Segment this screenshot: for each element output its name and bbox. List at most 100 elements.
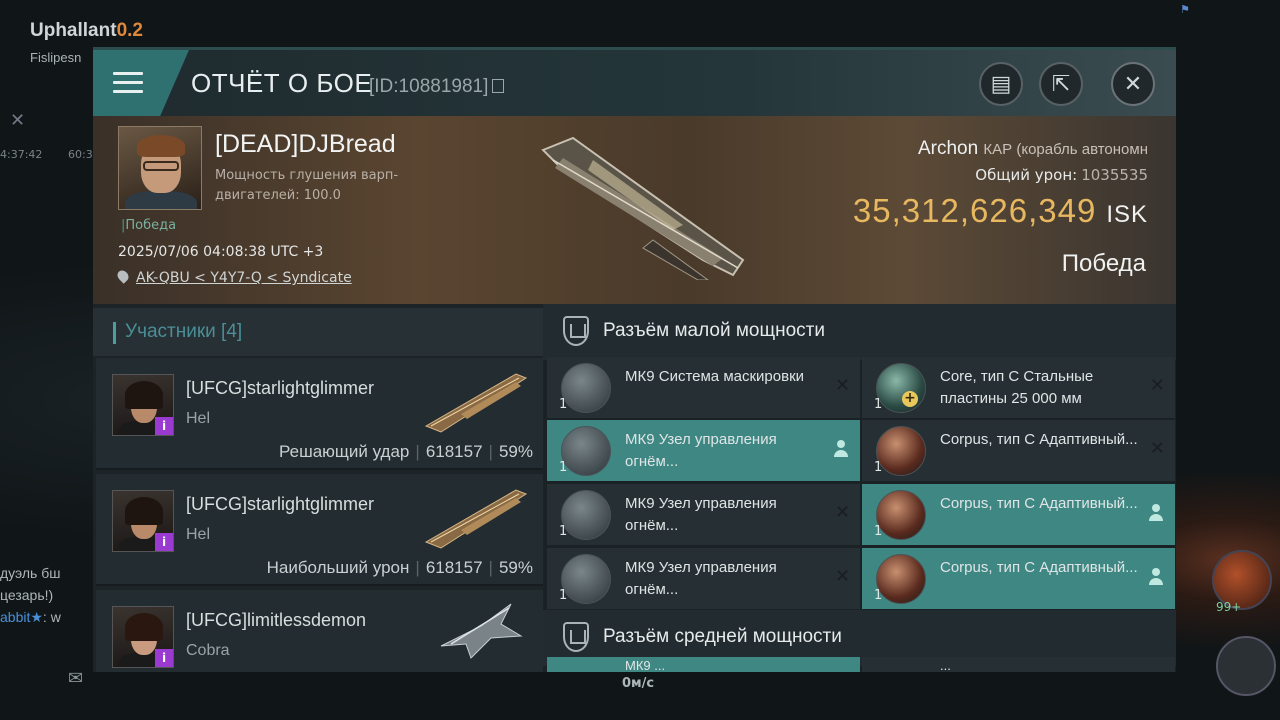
participants-title: Участники [4] (125, 321, 243, 342)
module-qty: 1 (874, 524, 883, 539)
participant-ship-image (424, 373, 528, 433)
share-icon: ⇱ (1051, 71, 1071, 97)
person-icon (834, 440, 848, 458)
module-name: Corpus, тип C Адаптивный... (940, 495, 1138, 512)
victim-ship-image[interactable] (533, 130, 753, 280)
participant-avatar: i (112, 606, 174, 668)
close-icon: ✕ (1123, 71, 1143, 97)
plus-icon: + (902, 391, 918, 407)
module-item[interactable]: 1 МК9 Узел управления огнём... (547, 420, 860, 481)
module-name: Corpus, тип C Адаптивный... (940, 559, 1138, 576)
page-title: ОТЧЁТ О БОЕ (191, 68, 373, 98)
corp-tag-icon: i (155, 417, 173, 435)
fire-control-module-icon (561, 426, 611, 476)
bg-speed: 0м/с (622, 676, 655, 691)
victim-sub-label: Мощность глушения варп-двигателей: 100.0 (215, 168, 399, 203)
bg-badge: 99+ (1216, 600, 1242, 614)
participant-ship-image (424, 489, 528, 549)
participant-stats: Наибольший урон | 618157 | 59% (266, 558, 533, 577)
bg-tool-icon[interactable]: ✕ (10, 110, 25, 131)
adaptive-module-icon (876, 554, 926, 604)
battle-result: Победа (1061, 250, 1146, 277)
participant-name: [UFCG]limitlessdemon (186, 610, 367, 630)
participant-row[interactable]: i [UFCG]limitlessdemon Cobra (96, 590, 543, 672)
participant-stats: Решающий удар | 618157 | 59% (279, 442, 533, 461)
isk-value: 35,312,626,349 ISK (852, 192, 1148, 229)
module-name: МК9 ... (625, 658, 666, 672)
module-item[interactable]: 1 Corpus, тип C Адаптивный... ✕ (862, 420, 1175, 481)
module-name: МК9 Узел управления огнём... (625, 495, 777, 534)
participant-name: [UFCG]starlightglimmer (186, 378, 375, 398)
participant-row[interactable]: i [UFCG]starlightglimmer Hel Решающий уд… (96, 358, 543, 470)
corp-tag-icon: i (155, 533, 173, 551)
menu-icon (113, 72, 143, 99)
x-icon: ✕ (834, 502, 850, 523)
header: ОТЧЁТ О БОЕ [ID:10881981] ▤ ⇱ ✕ (93, 50, 1176, 116)
fitting-panel: Разъём малой мощности 1 МК9 Система маск… (543, 304, 1176, 672)
bg-chat: дуэль бш цезарь!) abbit★: w (0, 565, 61, 625)
x-icon: ✕ (834, 375, 850, 396)
person-icon (1149, 504, 1163, 522)
fire-control-module-icon (561, 490, 611, 540)
victim-avatar[interactable] (118, 126, 202, 210)
close-button[interactable]: ✕ (1111, 62, 1155, 106)
x-icon: ✕ (834, 566, 850, 587)
bg-mail-icon[interactable]: ✉ (68, 668, 83, 689)
corp-tag-icon: i (155, 649, 173, 667)
total-damage: Общий урон: 1035535 (975, 166, 1148, 184)
battle-report-panel: ОТЧЁТ О БОЕ [ID:10881981] ▤ ⇱ ✕ [DEAD]DJ… (93, 47, 1176, 672)
copy-icon[interactable] (492, 79, 505, 93)
module-item[interactable]: 1 МК9 Система маскировки ✕ (547, 357, 860, 418)
module-qty: 1 (559, 460, 568, 475)
bg-module-icon-2[interactable] (1216, 636, 1276, 696)
share-button[interactable]: ⇱ (1039, 62, 1083, 106)
module-name: МК9 Узел управления огнём... (625, 559, 777, 598)
module-item[interactable]: 1 МК9 Узел управления огнём... ✕ (547, 548, 860, 609)
participants-header[interactable]: Участники [4] (93, 308, 543, 356)
bg-flag-icon: ⚑ (1180, 3, 1190, 16)
participants-panel: Участники [4] i [UFCG]starlightglimmer H… (93, 304, 543, 672)
adaptive-module-icon (876, 490, 926, 540)
person-icon (1149, 568, 1163, 586)
module-item[interactable]: 1 Corpus, тип C Адаптивный... (862, 548, 1175, 609)
participant-avatar: i (112, 490, 174, 552)
clipboard-icon: ▤ (990, 71, 1012, 97)
participant-name: [UFCG]starlightglimmer (186, 494, 375, 514)
clipboard-button[interactable]: ▤ (979, 62, 1023, 106)
victim-location[interactable]: AK-QBU < Y4Y7-Q < Syndicate (115, 268, 352, 286)
module-item[interactable]: 1 Corpus, тип C Адаптивный... (862, 484, 1175, 545)
shield-slot-icon (563, 316, 589, 346)
armor-plate-icon (876, 363, 926, 413)
module-name: ... (940, 658, 951, 672)
mid-slot-title: Разъём средней мощности (603, 626, 842, 647)
participant-avatar: i (112, 374, 174, 436)
module-qty: 1 (874, 588, 883, 603)
shield-slot-icon (563, 622, 589, 652)
module-name: МК9 Узел управления огнём... (625, 431, 777, 470)
module-item[interactable]: 1 МК9 Узел управления огнём... ✕ (547, 484, 860, 545)
victim-datetime: 2025/07/06 04:08:38 UTC +3 (118, 244, 324, 260)
fire-control-module-icon (561, 554, 611, 604)
module-qty: 1 (874, 397, 883, 412)
low-slot-header: Разъём малой мощности (543, 304, 1176, 360)
cloak-module-icon (561, 363, 611, 413)
report-id[interactable]: [ID:10881981] (369, 76, 505, 98)
x-icon: ✕ (1149, 375, 1165, 396)
low-slot-title: Разъём малой мощности (603, 320, 825, 341)
module-qty: 1 (559, 588, 568, 603)
bg-system-sub: Fislipesn (30, 50, 82, 65)
participant-ship: Hel (186, 410, 211, 427)
module-item[interactable]: ... (862, 657, 1175, 672)
menu-button[interactable] (93, 50, 189, 116)
module-item[interactable]: МК9 ... (547, 657, 860, 672)
victim-name[interactable]: [DEAD]DJBread (215, 130, 396, 159)
victim-ship: Archon КАР (корабль автономн (917, 138, 1148, 159)
x-icon: ✕ (1149, 438, 1165, 459)
bg-system-title: Uphallant0.2 (30, 20, 143, 41)
victim-section: [DEAD]DJBread Мощность глушения варп-дви… (93, 116, 1176, 304)
participant-row[interactable]: i [UFCG]starlightglimmer Hel Наибольший … (96, 474, 543, 586)
module-qty: 1 (559, 524, 568, 539)
module-qty: 1 (874, 460, 883, 475)
module-item[interactable]: + 1 Core, тип C Стальные пластины 25 000… (862, 357, 1175, 418)
module-name: МК9 Система маскировки (625, 368, 805, 385)
